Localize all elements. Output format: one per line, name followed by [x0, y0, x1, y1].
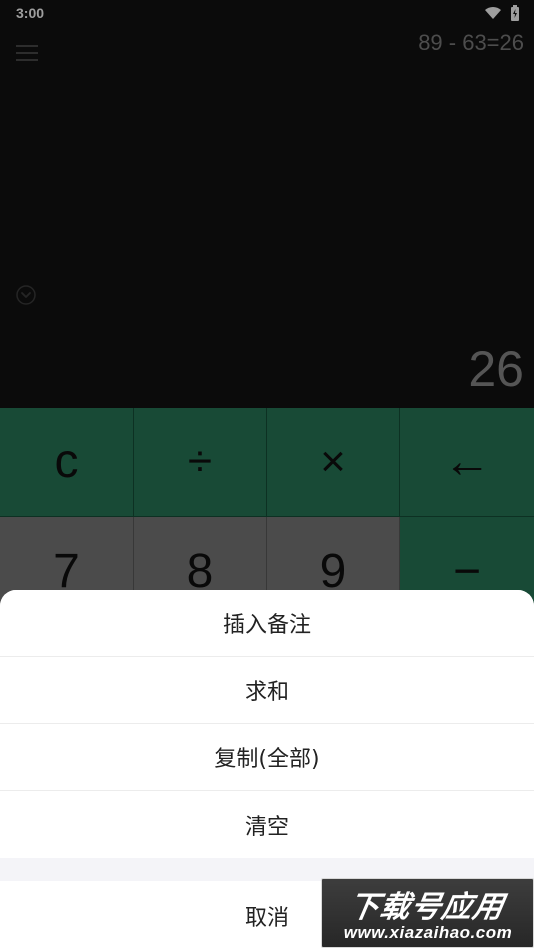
calculator-screen: 3:00 89 - 63=26 26 c ÷ × ← 7 8 9 − 插入备注 …: [0, 0, 534, 950]
sum-option[interactable]: 求和: [0, 657, 534, 724]
watermark-title: 下载号应用: [345, 890, 507, 925]
watermark-url: www.xiazaihao.com: [343, 923, 513, 942]
sum-label: 求和: [244, 680, 289, 705]
insert-note-label: 插入备注: [222, 613, 311, 638]
clear-all-option[interactable]: 清空: [0, 791, 534, 858]
cancel-label: 取消: [244, 905, 289, 931]
watermark: 下载号应用 www.xiazaihao.com: [321, 878, 534, 948]
copy-all-option[interactable]: 复制(全部): [0, 724, 534, 791]
copy-all-label: 复制(全部): [214, 747, 320, 772]
insert-note-option[interactable]: 插入备注: [0, 590, 534, 657]
clear-all-label: 清空: [244, 814, 289, 840]
